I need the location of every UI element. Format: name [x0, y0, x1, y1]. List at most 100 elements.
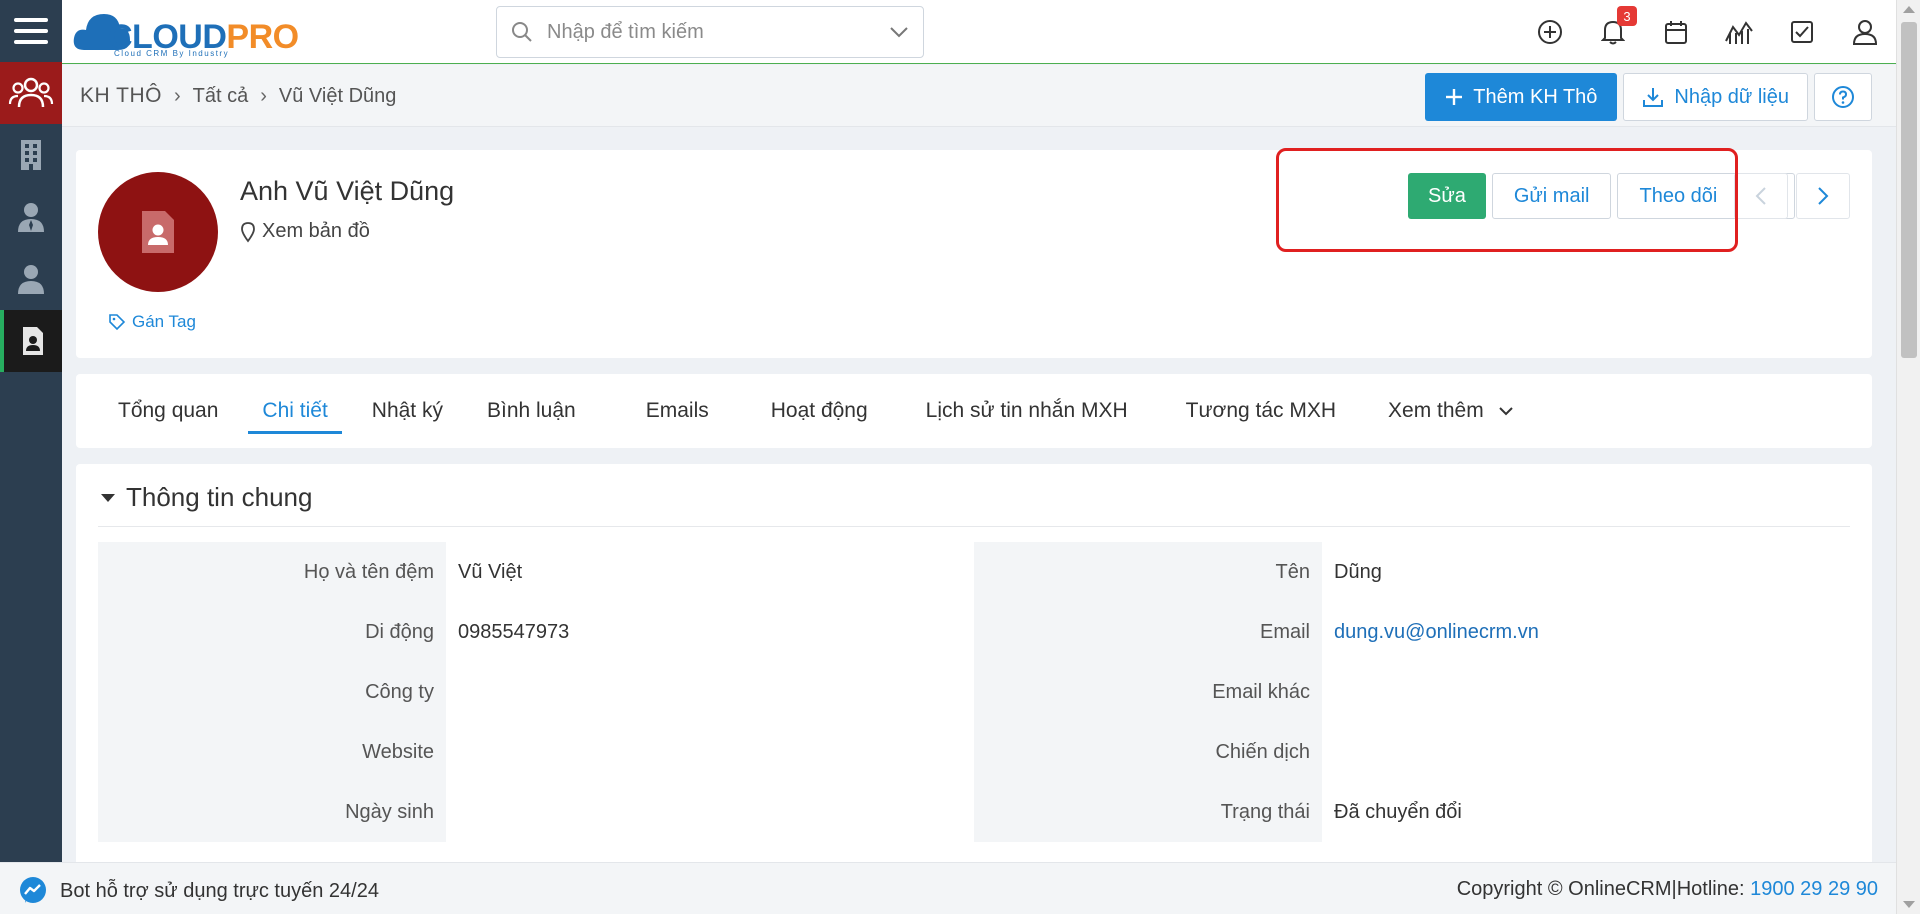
breadcrumb-actions: Thêm KH Thô Nhập dữ liệu: [1425, 73, 1872, 121]
field-value[interactable]: Đã chuyển đổi: [1322, 782, 1834, 842]
tab-overview[interactable]: Tổng quan: [96, 374, 240, 448]
user-tie-icon: [18, 203, 44, 232]
map-marker-icon: [241, 221, 255, 243]
field-value[interactable]: [1322, 662, 1834, 722]
record-tabs: Tổng quan Chi tiết Nhật ký Bình luận Ema…: [76, 374, 1872, 448]
tab-emails[interactable]: Emails: [624, 374, 731, 448]
tab-social-interactions[interactable]: Tương tác MXH: [1164, 374, 1358, 448]
field-row: Công ty: [98, 662, 958, 722]
contact-file-icon: [142, 211, 174, 253]
user-outline-icon: [1852, 20, 1877, 45]
field-value[interactable]: [446, 662, 958, 722]
tab-details[interactable]: Chi tiết: [240, 374, 349, 448]
sidebar-item-leads[interactable]: [0, 62, 62, 124]
breadcrumb: KH THÔ › Tất cả › Vũ Việt Dũng: [80, 84, 396, 108]
hamburger-icon: [14, 18, 48, 44]
notification-badge: 3: [1617, 6, 1637, 26]
tab-updates[interactable]: Nhật ký: [350, 374, 465, 448]
checkbox-icon: [1790, 21, 1813, 43]
menu-button[interactable]: [0, 0, 62, 62]
field-row: Website: [98, 722, 958, 782]
section-header[interactable]: Thông tin chung: [100, 482, 312, 513]
user-profile-button[interactable]: [1833, 0, 1896, 64]
email-link[interactable]: dung.vu@onlinecrm.vn: [1322, 602, 1834, 662]
field-value[interactable]: [446, 722, 958, 782]
copyright-text: Copyright © OnlineCRM: [1456, 878, 1672, 900]
support-bot-link[interactable]: Bot hỗ trợ sử dụng trực tuyến 24/24: [18, 876, 379, 906]
tab-social-messages[interactable]: Lịch sử tin nhắn MXH: [904, 374, 1150, 448]
calendar-button[interactable]: [1644, 0, 1707, 64]
sidebar-item-organizations[interactable]: [0, 124, 62, 186]
field-column-left: Họ và tên đệm Vũ Việt Di động 0985547973…: [98, 542, 958, 842]
field-row: Chiến dịch: [974, 722, 1834, 782]
tasks-button[interactable]: [1770, 0, 1833, 64]
field-value[interactable]: Dũng: [1322, 542, 1834, 602]
breadcrumb-current: Vũ Việt Dũng: [278, 84, 397, 107]
field-row: Tên Dũng: [974, 542, 1834, 602]
field-row: Trạng thái Đã chuyển đổi: [974, 782, 1834, 842]
previous-record-button[interactable]: [1734, 173, 1788, 219]
chevron-down-icon[interactable]: [889, 23, 909, 41]
import-data-button[interactable]: Nhập dữ liệu: [1623, 73, 1808, 121]
scroll-up-icon[interactable]: [1903, 6, 1915, 13]
tab-activities[interactable]: Hoạt động: [749, 374, 890, 448]
view-map-link[interactable]: Xem bản đồ: [240, 220, 370, 243]
calendar-icon: [1664, 21, 1687, 44]
details-card: Thông tin chung Họ và tên đệm Vũ Việt Di…: [76, 464, 1872, 884]
field-label: Website: [98, 722, 446, 782]
vertical-scrollbar[interactable]: [1896, 0, 1920, 914]
caret-down-icon: [101, 493, 115, 502]
record-name: Anh Vũ Việt Dũng: [240, 176, 455, 206]
global-search[interactable]: [496, 6, 924, 58]
next-record-button[interactable]: [1796, 173, 1850, 219]
field-label: Ngày sinh: [98, 782, 446, 842]
chevron-right-icon: ›: [260, 84, 267, 107]
search-input[interactable]: [547, 17, 877, 47]
messenger-icon: [20, 877, 46, 903]
question-circle-icon: [1832, 86, 1854, 108]
hotline-number[interactable]: 1900 29 29 90: [1750, 878, 1878, 900]
field-value[interactable]: [1322, 722, 1834, 782]
sidebar-item-customers[interactable]: [0, 248, 62, 310]
highlight-box: [1276, 148, 1738, 252]
reports-button[interactable]: [1707, 0, 1770, 64]
breadcrumb-root[interactable]: KH THÔ: [80, 84, 162, 108]
tab-more-label: Xem thêm: [1388, 399, 1484, 422]
field-label: Chiến dịch: [974, 722, 1322, 782]
field-label: Tên: [974, 542, 1322, 602]
record-navigation: [1734, 173, 1850, 219]
tab-more[interactable]: Xem thêm: [1366, 374, 1536, 448]
app-logo[interactable]: CLOUDPRO Cloud CRM By Industry: [70, 4, 310, 58]
field-label: Email: [974, 602, 1322, 662]
field-label: Email khác: [974, 662, 1322, 722]
breadcrumb-all[interactable]: Tất cả: [193, 85, 249, 108]
notifications-button[interactable]: 3: [1581, 0, 1644, 64]
field-value[interactable]: [446, 782, 958, 842]
building-icon: [21, 140, 41, 170]
sidebar-item-contacts[interactable]: [0, 186, 62, 248]
tag-icon: [109, 314, 126, 331]
field-label: Di động: [98, 602, 446, 662]
field-row: Email dung.vu@onlinecrm.vn: [974, 602, 1834, 662]
field-value[interactable]: Vũ Việt: [446, 542, 958, 602]
assign-tag-link[interactable]: Gán Tag: [108, 312, 196, 332]
help-button[interactable]: [1814, 73, 1872, 121]
add-lead-button[interactable]: Thêm KH Thô: [1425, 73, 1618, 121]
scroll-down-icon[interactable]: [1903, 901, 1915, 908]
field-column-right: Tên Dũng Email dung.vu@onlinecrm.vn Emai…: [974, 542, 1834, 842]
chevron-down-icon: [1499, 407, 1513, 416]
section-divider: [98, 526, 1850, 527]
tab-comments[interactable]: Bình luận: [465, 374, 598, 448]
breadcrumb-bar: KH THÔ › Tất cả › Vũ Việt Dũng Thêm KH T…: [62, 65, 1896, 127]
field-row: Ngày sinh: [98, 782, 958, 842]
field-label: Công ty: [98, 662, 446, 722]
user-icon: [18, 265, 44, 294]
sidebar-item-contact-card[interactable]: [0, 310, 62, 372]
field-value[interactable]: 0985547973: [446, 602, 958, 662]
left-sidebar: [0, 0, 62, 914]
scrollbar-thumb[interactable]: [1901, 22, 1917, 358]
support-bot-text: Bot hỗ trợ sử dụng trực tuyến 24/24: [60, 879, 379, 902]
quick-create-button[interactable]: [1518, 0, 1581, 64]
download-icon: [1643, 88, 1664, 107]
import-data-label: Nhập dữ liệu: [1674, 85, 1789, 108]
